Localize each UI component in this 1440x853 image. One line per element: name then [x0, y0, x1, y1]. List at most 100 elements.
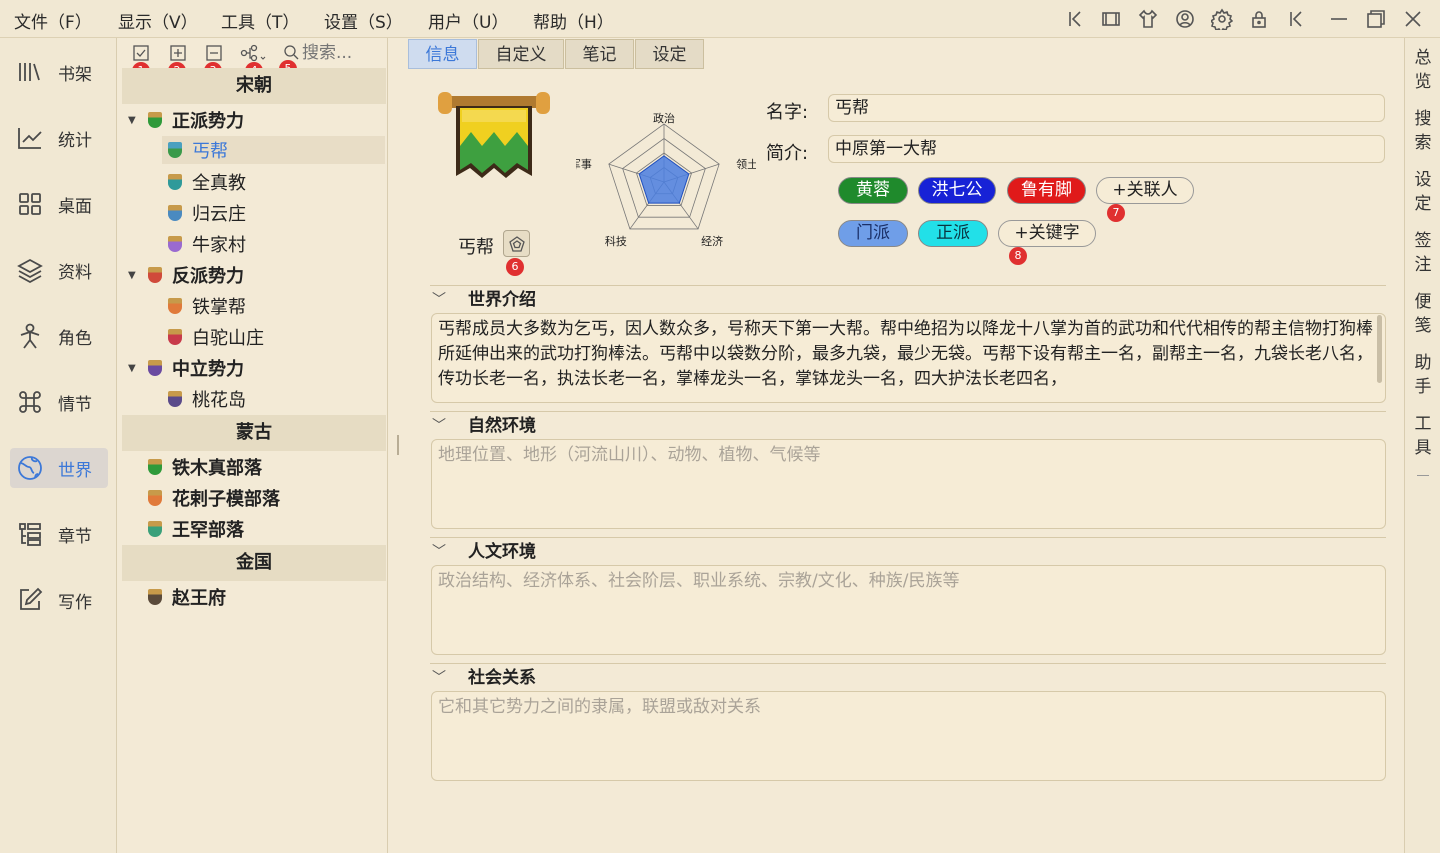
chevron-down-icon[interactable]: ﹀ — [432, 664, 446, 692]
nav-characters[interactable]: 角色 — [10, 316, 108, 356]
tab-notes[interactable]: 笔记 — [565, 39, 634, 69]
chevron-down-icon[interactable]: ﹀ — [432, 286, 446, 314]
relations-textarea[interactable]: 它和其它势力之间的隶属，联盟或敌对关系 — [431, 691, 1386, 781]
right-tab-label: 总览 — [1414, 48, 1432, 92]
chevron-down-icon[interactable]: ﹀ — [432, 412, 446, 440]
nav-materials[interactable]: 资料 — [10, 250, 108, 290]
right-tab-annotations[interactable]: 签注 — [1405, 229, 1440, 277]
search-icon — [282, 43, 300, 61]
splitter-handle[interactable] — [397, 435, 399, 455]
user-circle-icon[interactable] — [1174, 8, 1196, 30]
expand-arrow-icon[interactable]: ▼ — [128, 115, 142, 126]
tree-node-khwarazm[interactable]: 花剌子模部落 — [148, 484, 280, 512]
tree-node-righteous[interactable]: ▼ 正派势力 — [128, 106, 244, 134]
hierarchy-icon[interactable] — [240, 44, 266, 62]
tree-panel: 1 2 3 4 5 宋朝 ▼ 正派势力 丐帮 全真教 归云庄 牛家村 ▼ 反派势… — [118, 38, 388, 853]
panel-icon[interactable] — [1100, 8, 1122, 30]
nav-world[interactable]: 世界 — [10, 448, 108, 488]
tree-node-label: 正派势力 — [172, 111, 244, 132]
tab-custom[interactable]: 自定义 — [478, 39, 564, 69]
tree-node-tiezhang[interactable]: 铁掌帮 — [168, 292, 246, 320]
tab-info[interactable]: 信息 — [408, 39, 477, 69]
chevron-down-icon[interactable]: ﹀ — [432, 538, 446, 566]
placeholder-text: 政治结构、经济体系、社会阶层、职业系统、宗教/文化、种族/民族等 — [438, 571, 960, 591]
section-world-intro-header[interactable]: ﹀ 世界介绍 — [430, 285, 1386, 313]
tree-node-label: 铁掌帮 — [192, 297, 246, 318]
menu-help[interactable]: 帮助（H） — [533, 8, 614, 33]
radar-axis-label: 政治 — [653, 111, 675, 125]
nav-desktop[interactable]: 桌面 — [10, 184, 108, 224]
right-tab-notes[interactable]: 便笺 — [1405, 290, 1440, 338]
person-tag[interactable]: 黄蓉 — [838, 177, 908, 204]
tree-group-song[interactable]: 宋朝 — [122, 68, 386, 104]
culture-textarea[interactable]: 政治结构、经济体系、社会阶层、职业系统、宗教/文化、种族/民族等 — [431, 565, 1386, 655]
menu-view[interactable]: 显示（V） — [118, 8, 198, 33]
gear-icon[interactable] — [1209, 8, 1234, 34]
minimize-icon[interactable] — [1328, 8, 1350, 30]
nav-bookshelf[interactable]: 书架 — [10, 52, 108, 92]
nature-textarea[interactable]: 地理位置、地形（河流山川）、动物、植物、气候等 — [431, 439, 1386, 529]
pentagon-icon[interactable] — [503, 230, 530, 257]
expand-arrow-icon[interactable]: ▼ — [128, 270, 142, 281]
section-nature-header[interactable]: ﹀ 自然环境 — [430, 411, 1386, 439]
tree-node-label: 桃花岛 — [192, 390, 246, 411]
search-input[interactable] — [302, 42, 386, 64]
tree-group-mongol[interactable]: 蒙古 — [122, 415, 386, 451]
tree-node-temujin[interactable]: 铁木真部落 — [148, 453, 262, 481]
keyword-tag[interactable]: 门派 — [838, 220, 908, 247]
textarea-scrollbar[interactable] — [1377, 315, 1382, 383]
section-culture-header[interactable]: ﹀ 人文环境 — [430, 537, 1386, 565]
person-tag[interactable]: 洪七公 — [918, 177, 996, 204]
nav-plot[interactable]: 情节 — [10, 382, 108, 422]
collapse-all-icon[interactable] — [205, 44, 223, 62]
name-field[interactable]: 丐帮 — [828, 94, 1385, 122]
faction-emblem[interactable] — [436, 88, 552, 200]
menu-user[interactable]: 用户（U） — [428, 8, 508, 33]
intro-field[interactable]: 中原第一大帮 — [828, 135, 1385, 163]
maximize-icon[interactable] — [1365, 8, 1387, 30]
add-keyword-button[interactable]: +关键字 — [998, 220, 1096, 247]
collapse-left-icon[interactable] — [1064, 8, 1086, 30]
person-tag[interactable]: 鲁有脚 — [1007, 177, 1086, 204]
nav-stats[interactable]: 统计 — [10, 118, 108, 158]
tree-node-quanzhen[interactable]: 全真教 — [168, 168, 246, 196]
world-intro-textarea[interactable]: 丐帮成员大多数为乞丐，因人数众多，号称天下第一大帮。帮中绝招为以降龙十八掌为首的… — [431, 313, 1386, 403]
nav-label: 世界 — [58, 460, 92, 481]
tree-node-guiyun[interactable]: 归云庄 — [168, 199, 246, 227]
check-all-icon[interactable] — [132, 44, 150, 62]
add-person-button[interactable]: +关联人 — [1096, 177, 1194, 204]
nav-writing[interactable]: 写作 — [10, 580, 108, 620]
tree-group-jin[interactable]: 金国 — [122, 545, 386, 581]
tree-node-baituo[interactable]: 白驼山庄 — [168, 323, 264, 351]
menu-settings[interactable]: 设置（S） — [324, 8, 403, 33]
tree-node-neutral[interactable]: ▼ 中立势力 — [128, 354, 244, 382]
tree-node-zhaowang[interactable]: 赵王府 — [148, 583, 226, 611]
tree-node-beggar-sect[interactable]: 丐帮 — [162, 136, 385, 164]
lock-icon[interactable] — [1248, 8, 1270, 30]
tree-node-villain[interactable]: ▼ 反派势力 — [128, 261, 244, 289]
right-tab-tools[interactable]: 工具 — [1405, 412, 1440, 460]
menu-file[interactable]: 文件（F） — [14, 8, 92, 33]
section-title: 社会关系 — [468, 668, 536, 688]
right-tab-search[interactable]: 搜索 — [1405, 107, 1440, 155]
tree-node-taohua[interactable]: 桃花岛 — [168, 385, 246, 413]
close-icon[interactable] — [1402, 8, 1424, 30]
tree-node-wanghan[interactable]: 王罕部落 — [148, 515, 244, 543]
keyword-tag[interactable]: 正派 — [918, 220, 988, 247]
right-tab-settings[interactable]: 设定 — [1405, 168, 1440, 216]
collapse-right-icon[interactable] — [1285, 8, 1307, 30]
nav-chapters[interactable]: 章节 — [10, 514, 108, 554]
menu-tools[interactable]: 工具（T） — [221, 8, 299, 33]
tab-settings[interactable]: 设定 — [635, 39, 704, 69]
radar-axis-label: 经济 — [701, 234, 723, 248]
right-tab-assistant[interactable]: 助手 — [1405, 351, 1440, 399]
tree-node-niujia[interactable]: 牛家村 — [168, 230, 246, 258]
section-relations-header[interactable]: ﹀ 社会关系 — [430, 663, 1386, 691]
expand-arrow-icon[interactable]: ▼ — [128, 363, 142, 374]
right-tab-overview[interactable]: 总览 — [1405, 46, 1440, 94]
tree-node-label: 铁木真部落 — [172, 458, 262, 479]
tree-node-label: 王罕部落 — [172, 520, 244, 541]
shirt-icon[interactable] — [1137, 8, 1159, 30]
expand-all-icon[interactable] — [169, 44, 187, 62]
name-label: 名字: — [766, 102, 809, 123]
